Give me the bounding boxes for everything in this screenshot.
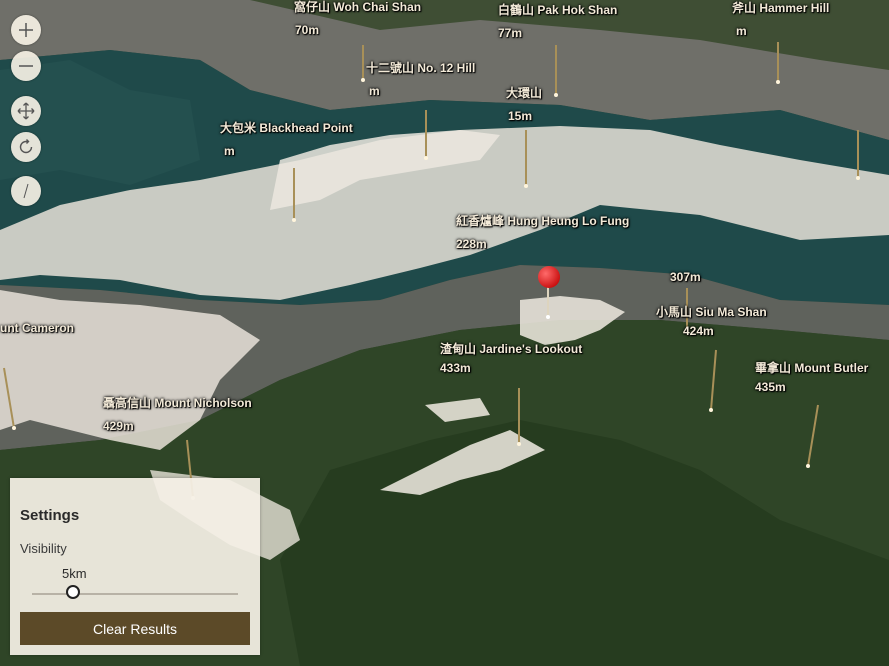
zoom-out-button[interactable]: [11, 51, 41, 81]
peak-label-woh-chai-shan[interactable]: 窩仔山 Woh Chai Shan 70m: [294, 0, 421, 37]
peak-name: 窩仔山 Woh Chai Shan: [294, 0, 422, 14]
visibility-label: Visibility: [20, 541, 67, 556]
observer-marker-base: [546, 315, 550, 319]
peak-elevation: 433m: [440, 361, 471, 375]
zoom-in-button[interactable]: [11, 15, 41, 45]
rotate-icon: [19, 139, 33, 154]
peak-name: unt Cameron: [0, 321, 75, 335]
rotate-button[interactable]: [11, 132, 41, 162]
peak-label-blackhead-point[interactable]: 大包米 Blackhead Point m: [220, 121, 353, 158]
visibility-slider-value: 5km: [62, 566, 87, 581]
peak-name: 渣甸山 Jardine's Lookout: [440, 342, 583, 356]
peak-label-hammer-hill[interactable]: 斧山 Hammer Hill m: [732, 1, 829, 38]
peak-name: 大環山: [506, 86, 543, 100]
peak-elevation: 435m: [755, 380, 786, 394]
visibility-slider-track[interactable]: [32, 593, 238, 595]
peak-name: 十二號山 No. 12 Hill: [366, 61, 476, 75]
peak-elevation: 77m: [498, 26, 523, 40]
peak-elevation: 70m: [295, 23, 320, 37]
peak-label-307[interactable]: 307m: [670, 270, 701, 284]
peak-name: 紅香爐峰 Hung Heung Lo Fung: [456, 214, 630, 228]
peak-name: 聶高信山 Mount Nicholson: [103, 396, 252, 410]
peak-elevation: 429m: [103, 419, 134, 433]
compass-button[interactable]: [11, 176, 41, 206]
compass-icon: [23, 183, 29, 199]
peak-label-tai-wan-shan[interactable]: 大環山 15m: [506, 86, 542, 123]
visibility-slider-thumb[interactable]: [66, 585, 81, 599]
peak-label-mount-cameron[interactable]: unt Cameron: [0, 321, 74, 335]
pan-button[interactable]: [11, 96, 41, 126]
peak-label-pak-hok-shan[interactable]: 白鶴山 Pak Hok Shan 77m: [498, 3, 617, 40]
peak-elevation: 15m: [508, 109, 533, 123]
settings-title: Settings: [20, 507, 80, 524]
peak-elevation: 228m: [456, 237, 487, 251]
settings-panel: Settings Visibility 5km Clear Results: [10, 478, 260, 655]
observer-marker-icon[interactable]: [538, 266, 560, 288]
peak-label-jardines-lookout[interactable]: 渣甸山 Jardine's Lookout 433m: [440, 342, 582, 375]
peak-name: 小馬山 Siu Ma Shan: [656, 305, 767, 319]
plus-icon: [19, 23, 33, 37]
peak-elevation: m: [369, 84, 380, 98]
peak-label-mount-nicholson[interactable]: 聶高信山 Mount Nicholson 429m: [103, 396, 252, 433]
peak-label-siu-ma-shan[interactable]: 小馬山 Siu Ma Shan 424m: [656, 305, 767, 338]
peak-name: 大包米 Blackhead Point: [220, 121, 353, 135]
peak-label-mount-butler[interactable]: 畢拿山 Mount Butler 435m: [755, 361, 868, 394]
peak-elevation: m: [224, 144, 235, 158]
peak-elevation: 424m: [683, 324, 714, 338]
peak-elevation: m: [736, 24, 747, 38]
peak-label-no-12-hill[interactable]: 十二號山 No. 12 Hill m: [366, 61, 475, 98]
move-arrows-icon: [17, 102, 35, 120]
peak-name: 白鶴山 Pak Hok Shan: [498, 3, 618, 17]
peak-name: 畢拿山 Mount Butler: [755, 361, 869, 375]
clear-results-button[interactable]: Clear Results: [20, 612, 250, 645]
peak-label-hung-heung-lo-fung[interactable]: 紅香爐峰 Hung Heung Lo Fung 228m: [456, 214, 629, 251]
minus-icon: [19, 65, 33, 67]
peak-name: 斧山 Hammer Hill: [732, 1, 830, 15]
peak-elevation: 307m: [670, 270, 701, 284]
